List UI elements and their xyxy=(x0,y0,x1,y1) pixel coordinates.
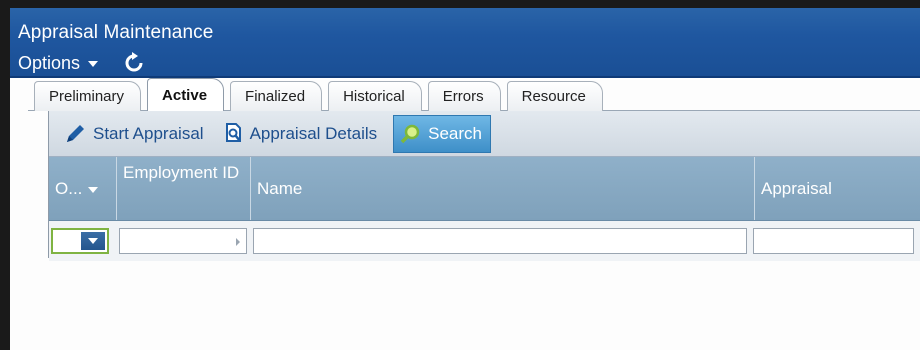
window-title: Appraisal Maintenance xyxy=(18,22,214,43)
title-bar: Appraisal Maintenance Options xyxy=(10,8,920,78)
chevron-down-icon xyxy=(88,186,99,193)
filter-o-dropdown[interactable] xyxy=(49,227,117,255)
refresh-button[interactable] xyxy=(122,51,146,75)
tab-label: Active xyxy=(162,86,208,104)
filter-o-select[interactable] xyxy=(51,228,109,254)
magnifier-icon xyxy=(400,123,422,145)
document-search-icon xyxy=(224,122,244,145)
column-header-label: O... xyxy=(55,178,83,198)
tab-active[interactable]: Active xyxy=(147,78,225,111)
tab-errors[interactable]: Errors xyxy=(427,81,501,111)
app-window: Appraisal Maintenance Options Preliminar… xyxy=(10,8,920,350)
tab-panel: Start Appraisal Appraisal Details Search… xyxy=(48,111,920,261)
column-header-label: Name xyxy=(257,178,303,198)
grid-header: O... Employment ID Name Appraisal xyxy=(49,157,920,221)
tab-historical[interactable]: Historical xyxy=(328,81,422,111)
filter-employment-id-input[interactable] xyxy=(119,228,247,254)
menu-bar: Options xyxy=(10,48,920,78)
pencil-icon xyxy=(65,124,87,144)
appraisal-details-label: Appraisal Details xyxy=(249,123,378,143)
search-label: Search xyxy=(428,123,482,143)
toolbar: Start Appraisal Appraisal Details Search xyxy=(49,111,920,157)
dropdown-button[interactable] xyxy=(81,232,105,250)
tab-finalized[interactable]: Finalized xyxy=(230,81,323,111)
options-menu[interactable]: Options xyxy=(18,52,99,74)
tab-label: Finalized xyxy=(245,88,306,105)
tab-resource[interactable]: Resource xyxy=(506,81,603,111)
filter-row xyxy=(49,221,920,261)
search-button[interactable]: Search xyxy=(393,114,491,153)
tab-label: Preliminary xyxy=(49,88,125,105)
column-header-employment-id[interactable]: Employment ID xyxy=(117,157,251,220)
column-header-label: Appraisal xyxy=(761,178,832,198)
tab-strip: Preliminary Active Finalized Historical … xyxy=(28,78,920,111)
chevron-right-icon xyxy=(236,238,240,246)
filter-name-input[interactable] xyxy=(253,228,747,254)
tab-label: Historical xyxy=(343,88,405,105)
appraisal-details-button[interactable]: Appraisal Details xyxy=(218,115,384,153)
refresh-icon xyxy=(125,52,143,72)
start-appraisal-label: Start Appraisal xyxy=(93,123,204,143)
column-header-label: Employment ID xyxy=(123,163,240,182)
chevron-down-icon xyxy=(88,61,99,67)
options-menu-label: Options xyxy=(18,52,81,73)
filter-appraisal-input[interactable] xyxy=(753,228,914,254)
chevron-down-icon xyxy=(88,238,98,244)
tab-label: Errors xyxy=(442,88,484,105)
start-appraisal-button[interactable]: Start Appraisal xyxy=(59,115,210,153)
column-header-name[interactable]: Name xyxy=(251,157,755,220)
column-header-o[interactable]: O... xyxy=(49,157,117,220)
column-header-appraisal[interactable]: Appraisal xyxy=(755,157,920,220)
tab-label: Resource xyxy=(521,88,586,105)
tab-preliminary[interactable]: Preliminary xyxy=(34,81,142,111)
